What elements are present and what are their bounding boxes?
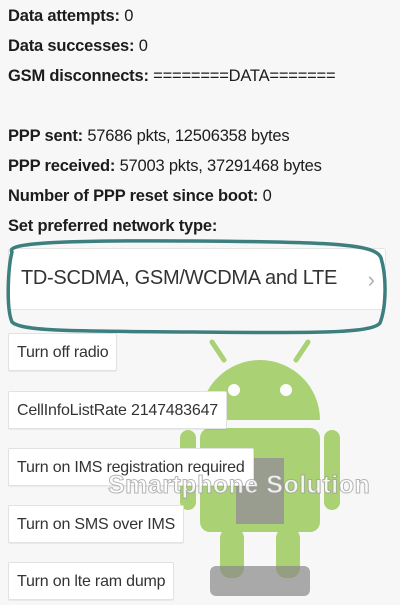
ppp-sent-label: PPP sent: xyxy=(8,127,83,145)
ppp-sent-row: PPP sent: 57686 pkts, 12506358 bytes xyxy=(8,126,290,146)
data-attempts-value: 0 xyxy=(124,7,134,25)
cellinfo-list-rate-button[interactable]: CellInfoListRate 2147483647 xyxy=(8,391,227,429)
ppp-sent-value: 57686 pkts, 12506358 bytes xyxy=(87,127,290,145)
lte-ram-dump-button[interactable]: Turn on lte ram dump xyxy=(8,562,175,600)
gsm-disconnects-value: ========DATA======= xyxy=(153,67,336,85)
ppp-received-value: 57003 pkts, 37291468 bytes xyxy=(119,157,322,175)
turn-off-radio-button[interactable]: Turn off radio xyxy=(8,333,118,371)
ppp-reset-label: Number of PPP reset since boot: xyxy=(8,187,259,205)
gsm-disconnects-label: GSM disconnects: xyxy=(8,67,149,85)
ppp-reset-row: Number of PPP reset since boot: 0 xyxy=(8,186,272,206)
data-attempts-row: Data attempts: 0 xyxy=(8,6,133,26)
ppp-received-row: PPP received: 57003 pkts, 37291468 bytes xyxy=(8,156,322,176)
preferred-network-label: Set preferred network type: xyxy=(8,217,218,235)
data-successes-row: Data successes: 0 xyxy=(8,36,148,56)
data-successes-label: Data successes: xyxy=(8,37,135,55)
watermark-text: Smartphone Solution xyxy=(107,471,371,500)
sms-over-ims-button[interactable]: Turn on SMS over IMS xyxy=(8,505,185,543)
gsm-disconnects-row: GSM disconnects: ========DATA======= xyxy=(8,66,336,86)
ppp-reset-value: 0 xyxy=(262,187,272,205)
data-successes-value: 0 xyxy=(138,37,148,55)
preferred-network-heading: Set preferred network type: xyxy=(8,216,217,236)
highlight-circle-annotation xyxy=(6,239,387,335)
ppp-received-label: PPP received: xyxy=(8,157,116,175)
data-attempts-label: Data attempts: xyxy=(8,7,120,25)
